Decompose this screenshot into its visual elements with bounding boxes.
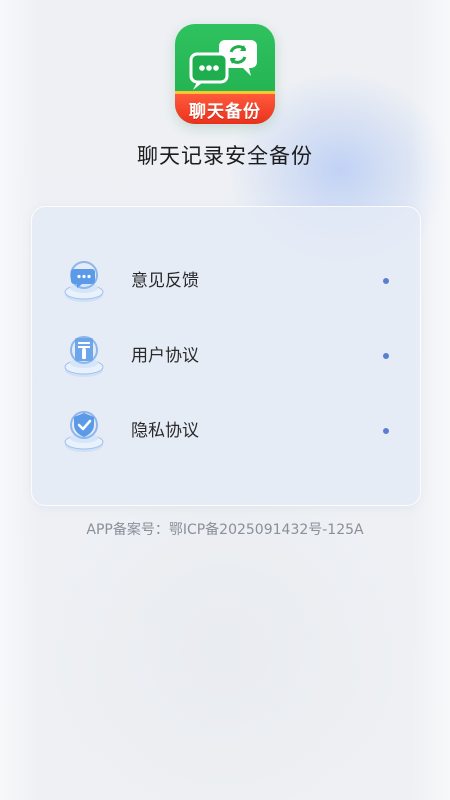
user-agreement-document-icon xyxy=(64,336,104,377)
menu-item-dot xyxy=(383,278,389,284)
feedback-chat-icon xyxy=(64,261,104,302)
app-logo: 聊天备份 xyxy=(175,24,275,124)
menu-item-dot xyxy=(383,428,389,434)
icp-filing-number: APP备案号：鄂ICP备2025091432号-125A xyxy=(86,522,364,538)
logo-banner-text: 聊天备份 xyxy=(175,91,275,124)
menu-item-user-agreement[interactable]: 用户协议 xyxy=(32,326,420,386)
app-title: 聊天记录安全备份 xyxy=(137,144,313,168)
menu-item-privacy-agreement[interactable]: 隐私协议 xyxy=(32,401,420,461)
chat-bubbles-icon xyxy=(189,40,257,90)
menu-item-label: 隐私协议 xyxy=(131,421,199,441)
privacy-shield-icon xyxy=(64,411,104,452)
menu-item-dot xyxy=(383,353,389,359)
menu-item-label: 用户协议 xyxy=(131,346,199,366)
menu-item-feedback[interactable]: 意见反馈 xyxy=(32,251,420,311)
menu-card: 意见反馈 用户协议 隐私协议 xyxy=(31,206,421,506)
menu-item-label: 意见反馈 xyxy=(131,271,199,291)
